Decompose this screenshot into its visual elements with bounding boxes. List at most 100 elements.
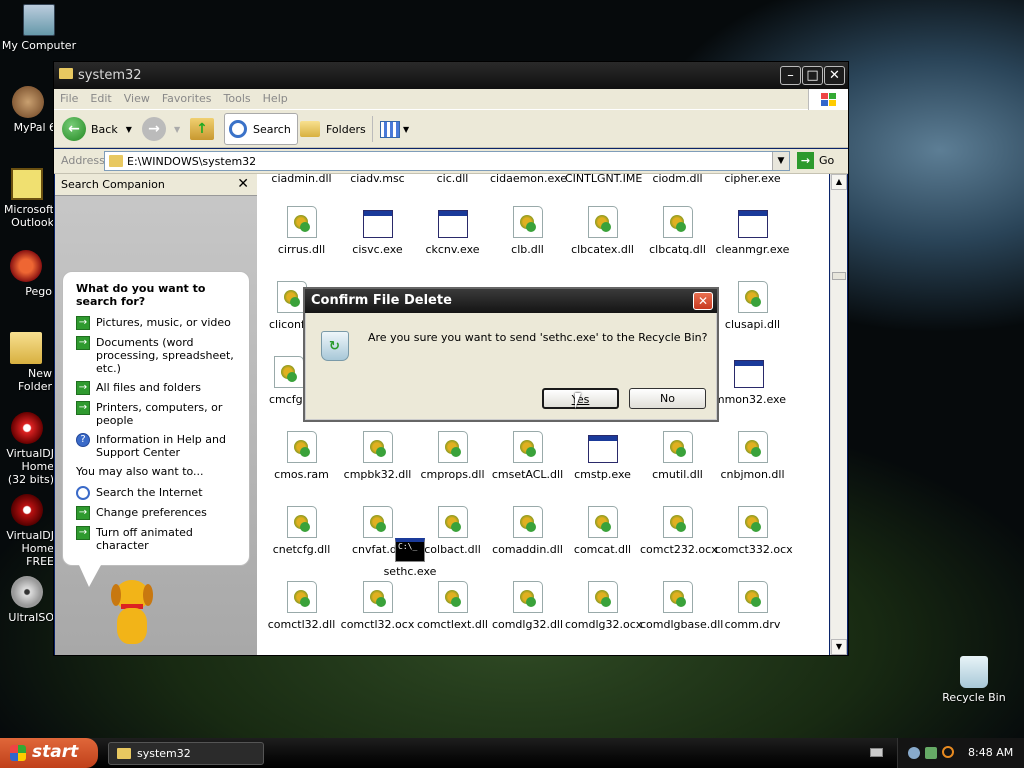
file-item[interactable]: comaddin.dll [490,506,565,556]
file-item[interactable]: comct232.ocx [640,506,718,556]
file-item[interactable]: clbcatex.dll [565,206,640,256]
file-item[interactable]: cidaemon.exe [490,174,567,185]
file-item[interactable]: cmutil.dll [640,431,715,481]
file-name: cmpbk32.dll [343,468,412,481]
up-folder-button[interactable]: ↑ [190,114,214,144]
file-item[interactable]: clusapi.dll [715,281,790,331]
clock: 8:48 AM [968,746,1014,759]
file-item[interactable]: cmsetACL.dll [490,431,565,481]
desktop-icon-ultraiso[interactable]: UltraISO [0,576,54,624]
file-item[interactable]: ciadv.msc [340,174,415,185]
volume-icon[interactable] [925,747,937,759]
search-tray-icon[interactable] [942,746,954,758]
file-item[interactable]: comdlg32.ocx [565,581,642,631]
file-item[interactable]: cleanmgr.exe [715,206,790,256]
file-item[interactable]: cmstp.exe [565,431,640,481]
file-item[interactable]: comdlg32.dll [490,581,565,631]
file-item[interactable]: comm.drv [715,581,790,631]
desktop-icon-pego[interactable]: Pego [0,250,52,298]
taskbar-item-system32[interactable]: system32 [108,742,264,765]
desktop-icon-label: New Folder [18,367,52,393]
desktop-icon-virtualdj-free[interactable]: VirtualDJ Home FREE [0,494,54,568]
option-label: Information in Help and Support Center [96,433,226,459]
address-dropdown-button[interactable]: ▼ [772,152,789,170]
desktop-icon-outlook[interactable]: Microsoft Outlook [0,168,54,229]
menu-tools[interactable]: Tools [218,89,257,105]
network-icon[interactable] [908,747,920,759]
file-name: comdlg32.dll [491,618,564,631]
dll-file-icon [437,431,468,463]
dialog-titlebar[interactable]: Confirm File Delete ✕ [305,289,717,313]
also-search-internet[interactable]: Search the Internet [76,486,241,500]
back-label: Back [91,122,118,136]
forward-button[interactable]: → ▼ [142,114,180,144]
option-label: Printers, computers, or people [96,401,223,427]
file-item[interactable]: comctlext.dll [415,581,490,631]
file-item[interactable]: comctl32.dll [264,581,339,631]
start-button[interactable]: start [0,738,98,768]
desktop-icon-label: VirtualDJ Home (32 bits) [6,447,54,486]
search-option-help[interactable]: ? Information in Help and Support Center [76,433,241,459]
also-change-preferences[interactable]: → Change preferences [76,506,241,520]
file-name: CINTLGNT.IME [565,174,643,185]
close-button[interactable]: ✕ [824,66,845,85]
go-button[interactable]: → Go [795,152,845,170]
file-item[interactable]: CINTLGNT.IME [565,174,643,185]
file-item[interactable]: ciodm.dll [640,174,715,185]
file-item[interactable]: cirrus.dll [264,206,339,256]
menu-edit[interactable]: Edit [84,89,117,105]
vertical-scrollbar[interactable]: ▲ ▼ [830,174,847,655]
search-button[interactable]: Search [224,113,298,145]
file-item[interactable]: ciadmin.dll [264,174,339,185]
search-option-documents[interactable]: → Documents (word processing, spreadsheet… [76,336,241,375]
search-option-all-files[interactable]: → All files and folders [76,381,241,395]
search-dog-character-icon[interactable] [107,580,161,650]
views-button[interactable]: ▼ [380,114,409,144]
scroll-up-button[interactable]: ▲ [831,174,847,190]
file-item[interactable]: cmprops.dll [415,431,490,481]
minimize-button[interactable]: – [780,66,801,85]
file-item[interactable]: ckcnv.exe [415,206,490,256]
window-titlebar[interactable]: system32 – □ ✕ [54,62,848,89]
menu-file[interactable]: File [54,89,84,105]
close-pane-icon[interactable]: ✕ [237,176,249,192]
desktop-icon-virtualdj[interactable]: VirtualDJ Home (32 bits) [0,412,54,486]
keyboard-icon[interactable] [870,748,883,757]
dll-file-icon [512,506,543,538]
file-item[interactable]: cmpbk32.dll [340,431,415,481]
file-item[interactable]: cic.dll [415,174,490,185]
file-item[interactable]: cipher.exe [715,174,790,185]
also-turn-off-character[interactable]: → Turn off animated character [76,526,241,552]
maximize-button[interactable]: □ [802,66,823,85]
file-item[interactable]: clb.dll [490,206,565,256]
file-name: ckcnv.exe [425,243,480,256]
file-item[interactable]: mmon32.exe [711,356,786,406]
file-item[interactable]: cnbjmon.dll [715,431,790,481]
menu-view[interactable]: View [118,89,156,105]
file-item[interactable]: comct332.ocx [715,506,793,556]
file-item[interactable]: cmos.ram [264,431,339,481]
file-item[interactable]: cisvc.exe [340,206,415,256]
menu-favorites[interactable]: Favorites [156,89,218,105]
file-item[interactable]: comctl32.ocx [340,581,415,631]
file-item[interactable]: clbcatq.dll [640,206,715,256]
desktop-icon-my-computer[interactable]: My Computer [0,4,78,52]
address-field[interactable]: E:\WINDOWS\system32 ▼ [104,151,790,171]
search-option-pictures[interactable]: → Pictures, music, or video [76,316,241,330]
no-button[interactable]: No [629,388,706,409]
menu-help[interactable]: Help [257,89,294,105]
dragged-file[interactable]: C:\_ sethc.exe [383,538,437,578]
desktop-icon-mypal[interactable]: MyPal 6 [0,86,56,134]
file-item[interactable]: comcat.dll [565,506,640,556]
scroll-thumb[interactable] [832,272,846,280]
outlook-icon [11,168,43,200]
back-button[interactable]: ← Back ▼ [62,114,132,144]
dialog-close-button[interactable]: ✕ [693,292,713,310]
file-item[interactable]: comdlgbase.dll [640,581,723,631]
folders-button[interactable]: Folders [300,114,366,144]
desktop-icon-recycle-bin[interactable]: Recycle Bin [935,656,1013,704]
scroll-down-button[interactable]: ▼ [831,639,847,655]
search-option-printers[interactable]: → Printers, computers, or people [76,401,241,427]
desktop-icon-new-folder[interactable]: New Folder [0,332,52,393]
file-item[interactable]: cnetcfg.dll [264,506,339,556]
